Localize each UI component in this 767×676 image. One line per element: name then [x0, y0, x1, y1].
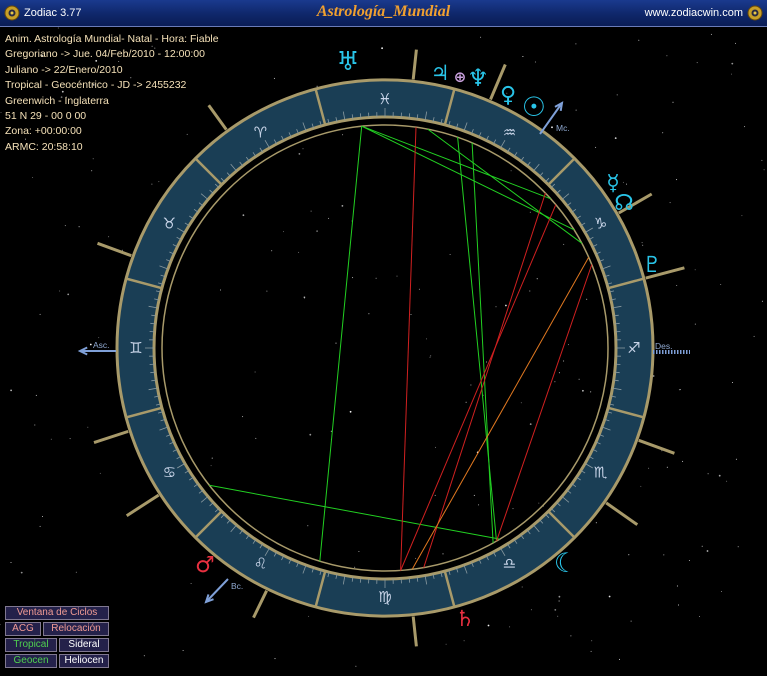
- house-cusp-line: [252, 590, 268, 619]
- sun-planet-glyph: ☉: [522, 92, 546, 123]
- neptune-planet-glyph: ♆: [467, 64, 489, 92]
- aspect-line-red: [423, 192, 546, 568]
- relocacion-button[interactable]: Relocación: [43, 622, 109, 636]
- aspect-line-green: [471, 142, 494, 544]
- libra-sign-glyph: ♎: [503, 555, 516, 573]
- info-line-location: Greenwich - Inglaterra: [5, 94, 109, 107]
- aquarius-sign-glyph: ♒: [503, 123, 516, 141]
- pisces-sign-glyph: ♓: [378, 90, 391, 108]
- heliocen-button[interactable]: Heliocen: [59, 654, 109, 668]
- house-cusp-line: [638, 438, 675, 455]
- tropical-button[interactable]: Tropical: [5, 638, 57, 652]
- moon-planet-glyph: ☾: [554, 548, 578, 579]
- saturn-planet-glyph: ♄: [455, 607, 475, 632]
- bc-axis-arrow: [205, 578, 229, 603]
- capricorn-sign-glyph: ♑: [594, 215, 607, 233]
- info-line-title: Anim. Astrología Mundial- Natal - Hora: …: [5, 33, 219, 45]
- house-cusp-line: [125, 493, 160, 517]
- inner-degree-circle: [161, 124, 609, 572]
- info-line-coordinates: 51 N 29 - 00 0 00: [5, 110, 87, 123]
- sagittarius-sign-glyph: ♐: [627, 339, 640, 357]
- mc-label: Mc.: [556, 123, 570, 133]
- info-line-zodiac-mode: Tropical - Geocéntrico - JD -> 2455232: [5, 79, 187, 92]
- info-line-julian: Juliano -> 22/Enero/2010: [5, 63, 123, 76]
- leo-sign-glyph: ♌: [254, 555, 267, 573]
- aspect-line-green: [457, 137, 497, 542]
- bc-label: Bc.: [231, 581, 243, 591]
- uranus-planet-glyph: ♅: [336, 47, 359, 77]
- jupiter-planet-glyph: ♃: [431, 61, 450, 85]
- node-planet-glyph: ☊: [614, 191, 634, 216]
- aspect-line-green: [209, 484, 500, 540]
- house-cusp-line: [411, 616, 418, 647]
- house-cusp-line: [96, 241, 132, 258]
- house-cusp-line: [605, 501, 639, 526]
- taurus-sign-glyph: ♉: [163, 215, 176, 233]
- pluto-planet-glyph: ♇: [642, 253, 662, 278]
- virgo-sign-glyph: ♍: [378, 588, 391, 606]
- house-cusp-line: [411, 49, 418, 80]
- asc-label: Asc.: [93, 340, 110, 350]
- cancer-sign-glyph: ♋: [163, 464, 176, 482]
- scorpio-sign-glyph: ♏: [594, 464, 608, 482]
- mars-planet-glyph: ♂: [195, 553, 215, 578]
- chart-info-panel: Anim. Astrología Mundial- Natal - Hora: …: [5, 32, 219, 155]
- sideral-button[interactable]: Sideral: [59, 638, 109, 652]
- gemini-sign-glyph: ♊: [129, 339, 142, 357]
- earth-planet-glyph: ⊕: [454, 68, 467, 86]
- house-cusp-line: [93, 429, 129, 445]
- des-label: Des.: [655, 341, 672, 351]
- info-line-armc: ARMC: 20:58:10: [5, 140, 83, 153]
- aspect-line-red: [400, 127, 417, 571]
- acg-button[interactable]: ACG: [5, 622, 41, 636]
- aries-sign-glyph: ♈: [254, 123, 267, 141]
- info-line-gregorian: Gregoriano -> Jue. 04/Feb/2010 - 12:00:0…: [5, 48, 205, 61]
- ventana-de-ciclos-button[interactable]: Ventana de Ciclos: [5, 606, 109, 620]
- aspect-line-green: [319, 126, 363, 562]
- geocen-button[interactable]: Geocen: [5, 654, 57, 668]
- info-line-zone: Zona: +00:00:00: [5, 125, 82, 138]
- app-window: Zodiac 3.77 Astrología_Mundial www.zodia…: [0, 0, 767, 676]
- venus-planet-glyph: ♀: [500, 83, 516, 108]
